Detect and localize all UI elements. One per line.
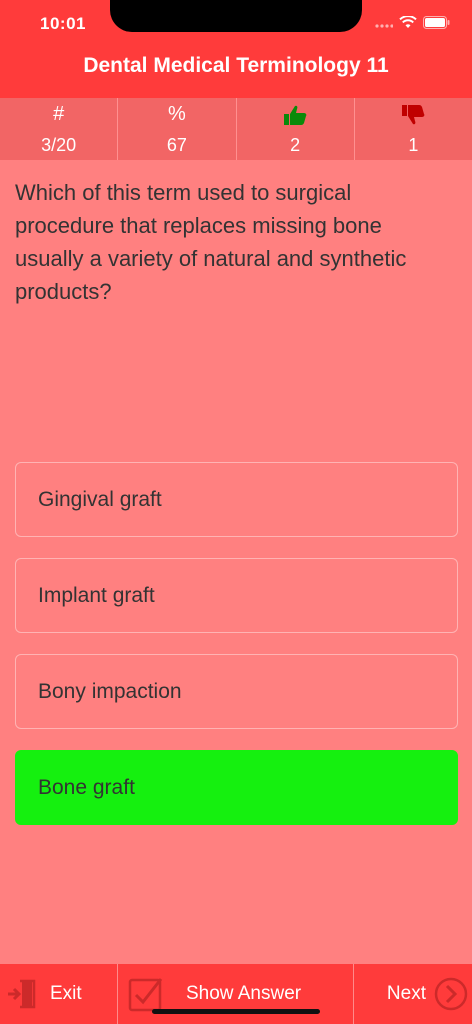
answer-option[interactable]: Gingival graft [15,462,458,537]
hash-icon: # [53,103,65,125]
exit-label: Exit [50,983,82,1004]
stat-percent: % 67 [118,98,237,160]
answer-label: Gingival graft [38,487,162,511]
stat-correct: 2 [237,98,355,160]
stat-value: 2 [290,134,301,155]
device-notch [110,0,362,32]
wifi-icon [399,16,417,28]
answer-option[interactable]: Implant graft [15,558,458,633]
answer-label: Bony impaction [38,679,182,703]
exit-button[interactable]: Exit [0,964,118,1024]
battery-icon [423,16,450,29]
stat-value: 1 [408,134,419,155]
percent-icon: % [167,103,186,125]
stat-wrong: 1 [355,98,472,160]
answer-list: Gingival graft Implant graft Bony impact… [15,462,458,846]
stats-bar: # 3/20 % 67 2 1 [0,98,472,160]
checkbox-icon [128,978,163,1012]
status-time: 10:01 [40,14,86,33]
bottom-toolbar: Exit Show Answer Next [0,964,472,1024]
show-answer-button[interactable]: Show Answer [118,964,354,1024]
answer-option-correct[interactable]: Bone graft [15,750,458,825]
answer-label: Bone graft [38,775,135,799]
page-title: Dental Medical Terminology 11 [83,54,389,77]
thumbs-down-icon [400,103,426,127]
exit-door-icon [8,979,36,1009]
show-answer-label: Show Answer [186,983,302,1004]
cellular-signal-icon [375,23,393,28]
answer-option[interactable]: Bony impaction [15,654,458,729]
home-indicator [152,1009,320,1014]
next-label: Next [386,983,426,1004]
next-button[interactable]: Next [354,964,472,1024]
stat-value: 3/20 [41,134,77,155]
stat-question-number: # 3/20 [0,98,119,160]
answer-label: Implant graft [38,583,155,607]
stat-value: 67 [166,134,187,155]
status-icons [375,16,450,29]
status-bar: 10:01 [0,0,472,50]
thumbs-up-icon [282,103,308,127]
chevron-right-circle-icon [434,977,468,1011]
question-text: Which of this term used to surgical proc… [15,180,407,304]
